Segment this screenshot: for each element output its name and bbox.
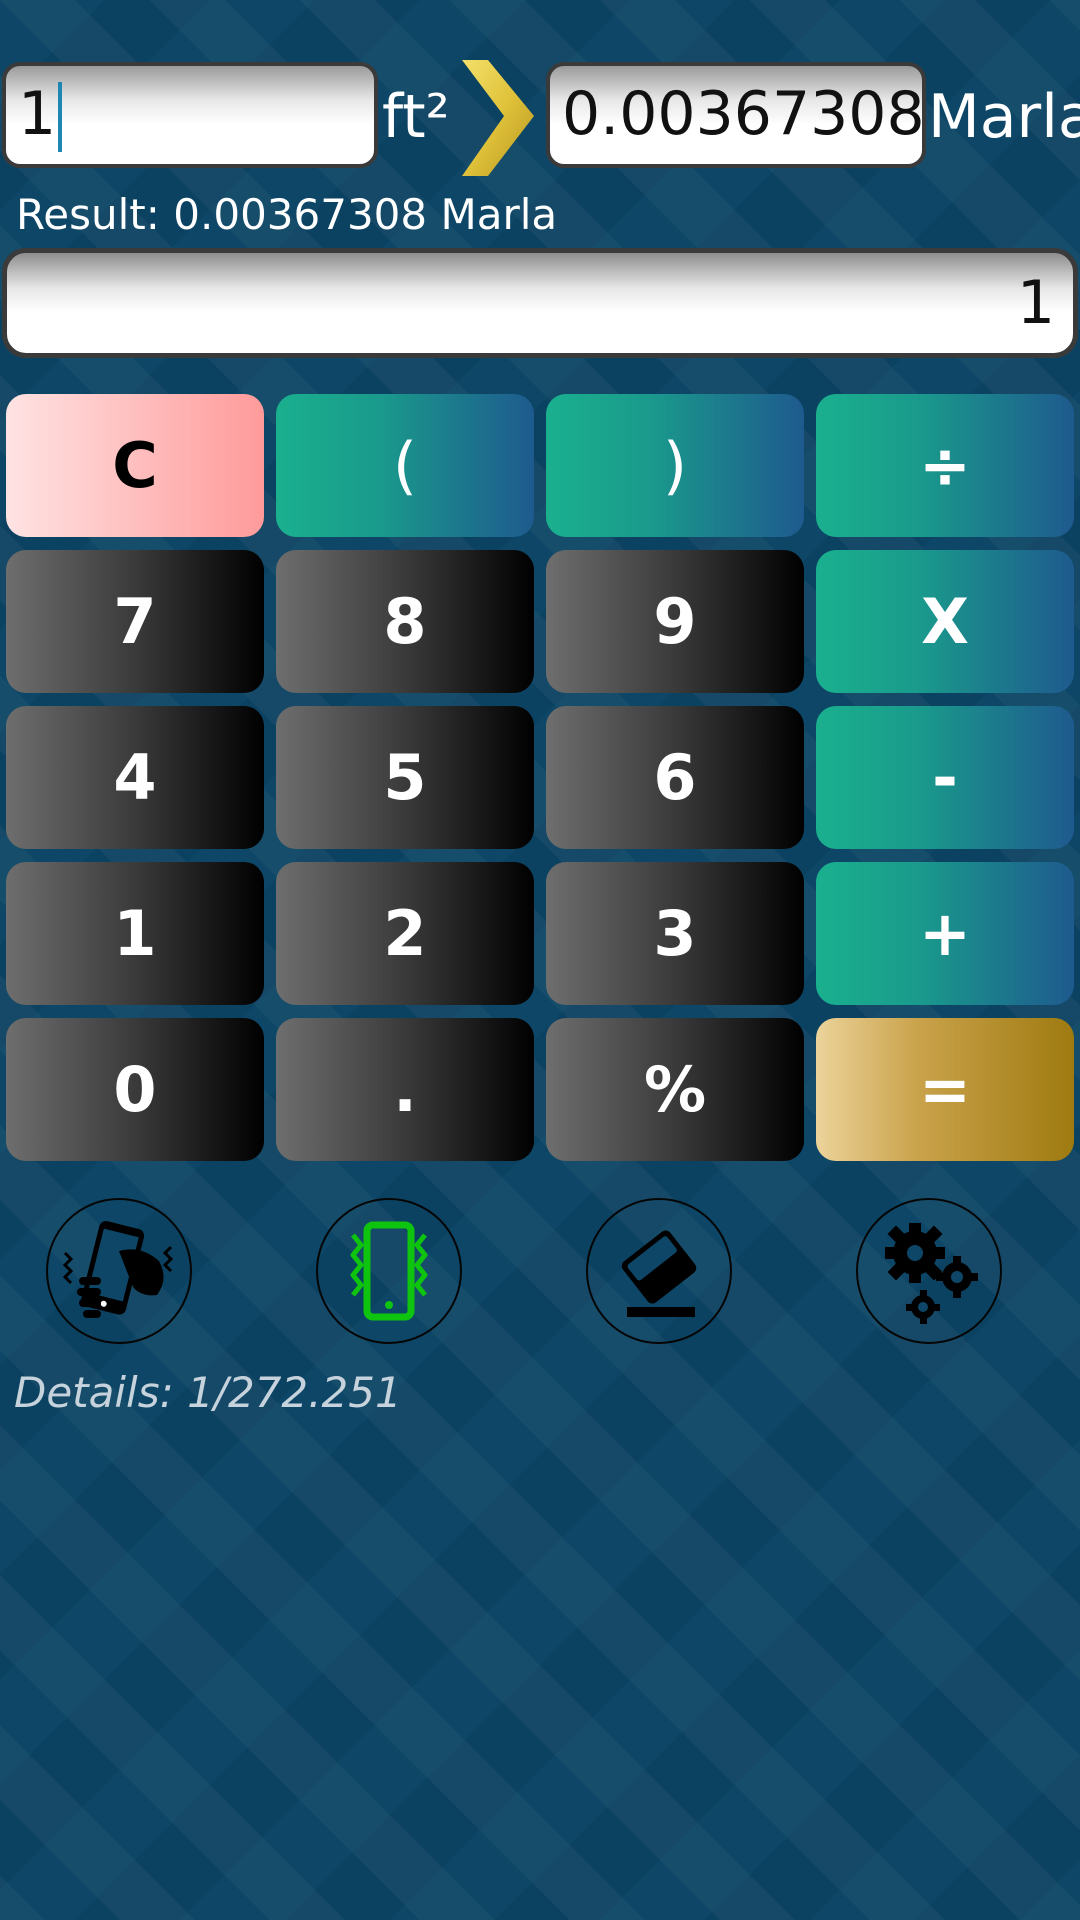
erase-button[interactable] [586,1198,732,1344]
digit-8-button[interactable]: 8 [276,550,534,693]
display-value: 1 [1016,268,1055,338]
eraser-icon [621,1230,697,1317]
vibrate-phone-icon [350,1221,428,1321]
clear-button[interactable]: C [6,394,264,537]
chevron-right-icon[interactable] [458,58,536,178]
decimal-point-button[interactable]: . [276,1018,534,1161]
settings-button[interactable] [856,1198,1002,1344]
to-value-output[interactable]: 0.00367308 [546,62,926,168]
digit-2-button[interactable]: 2 [276,862,534,1005]
digit-6-button[interactable]: 6 [546,706,804,849]
close-paren-button[interactable]: ) [546,394,804,537]
calculator-display: 1 [2,248,1078,358]
open-paren-button[interactable]: ( [276,394,534,537]
shake-to-clear-button[interactable] [46,1198,192,1344]
equals-button[interactable]: = [816,1018,1074,1161]
multiply-button[interactable]: X [816,550,1074,693]
from-value-input[interactable]: 1 [2,62,378,168]
vibration-toggle-button[interactable] [316,1198,462,1344]
digit-5-button[interactable]: 5 [276,706,534,849]
to-unit-label[interactable]: Marla [928,62,1080,172]
plus-button[interactable]: + [816,862,1074,1005]
divide-button[interactable]: ÷ [816,394,1074,537]
digit-7-button[interactable]: 7 [6,550,264,693]
gears-icon [885,1223,978,1324]
text-cursor [58,82,63,153]
percent-button[interactable]: % [546,1018,804,1161]
digit-3-button[interactable]: 3 [546,862,804,1005]
digit-9-button[interactable]: 9 [546,550,804,693]
from-value-text: 1 [18,79,57,149]
from-unit-label[interactable]: ft² [382,62,450,172]
shake-phone-icon [62,1221,174,1318]
digit-4-button[interactable]: 4 [6,706,264,849]
digit-0-button[interactable]: 0 [6,1018,264,1161]
to-value-text: 0.00367308 [562,79,925,149]
result-text: Result: 0.00367308 Marla [16,190,558,239]
minus-button[interactable]: - [816,706,1074,849]
details-text: Details: 1/272.251 [14,1368,402,1417]
digit-1-button[interactable]: 1 [6,862,264,1005]
